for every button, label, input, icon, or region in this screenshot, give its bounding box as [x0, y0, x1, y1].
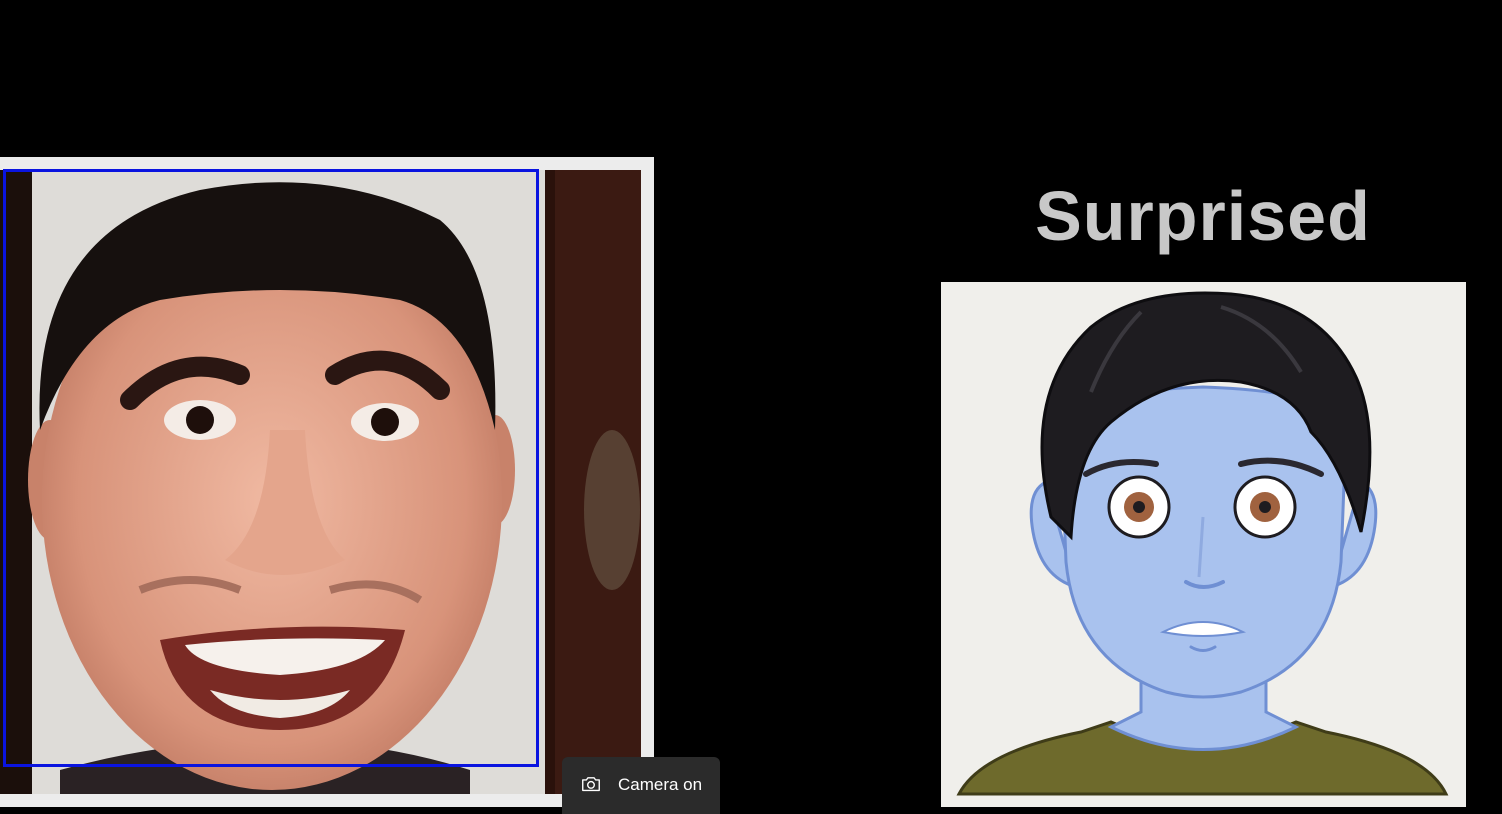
avatar-panel — [941, 282, 1466, 807]
camera-status-toast: Camera on — [562, 757, 720, 814]
emotion-label: Surprised — [1035, 177, 1371, 255]
camera-status-text: Camera on — [618, 774, 703, 794]
camera-icon — [582, 776, 600, 791]
app-stage: Surprised Camera on — [0, 0, 1502, 814]
face-detection-box — [3, 169, 539, 767]
avatar-illustration — [956, 291, 1449, 796]
webcam-frame — [0, 157, 654, 807]
